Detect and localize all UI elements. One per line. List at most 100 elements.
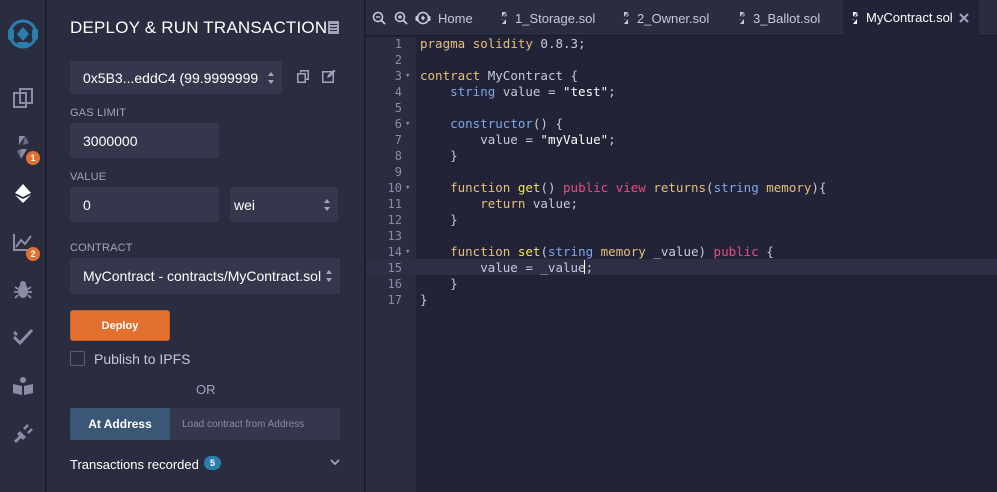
code-token: return xyxy=(480,196,526,211)
select-arrows-icon xyxy=(268,71,275,84)
book-icon[interactable] xyxy=(0,368,46,404)
code-line[interactable]: } xyxy=(420,148,458,164)
code-token: solidity xyxy=(472,36,533,51)
code-line[interactable]: pragma solidity 0.8.3; xyxy=(420,36,586,52)
code-line[interactable]: } xyxy=(420,276,458,292)
icon-rail: 1 2 xyxy=(0,0,46,492)
publish-ipfs-checkbox[interactable] xyxy=(70,351,85,366)
at-address-button[interactable]: At Address xyxy=(70,408,170,440)
code-token: "myValue" xyxy=(540,132,609,147)
account-select[interactable]: 0x5B3...eddC4 (99.9999999 xyxy=(70,61,282,94)
tab-mycontract-label: MyContract.sol xyxy=(866,10,953,25)
value-label: VALUE xyxy=(70,171,107,183)
tab-storage-label: 1_Storage.sol xyxy=(515,10,596,26)
line-number: 9 xyxy=(394,165,402,179)
solidity-file-icon xyxy=(852,11,858,24)
code-token: memory xyxy=(600,244,646,259)
bug-icon[interactable] xyxy=(0,272,46,308)
tab-ballot[interactable]: 3_Ballot.sol xyxy=(738,0,820,36)
line-number: 2 xyxy=(394,53,402,67)
solidity-file-icon xyxy=(623,12,629,24)
fold-chevron-icon[interactable]: ▾ xyxy=(405,68,413,84)
zoom-in-icon[interactable] xyxy=(394,11,408,25)
code-token: string xyxy=(713,180,759,195)
code-line[interactable]: } xyxy=(420,292,428,308)
line-number: 13 xyxy=(387,229,402,243)
contract-label: CONTRACT xyxy=(70,242,133,254)
line-number: 14 xyxy=(387,245,402,259)
line-number: 11 xyxy=(387,197,402,211)
plug-icon[interactable] xyxy=(0,416,46,452)
code-token: pragma xyxy=(420,36,466,51)
transactions-recorded-label[interactable]: Transactions recorded xyxy=(70,457,199,472)
code-token: constructor xyxy=(450,116,533,131)
contract-value: MyContract - contracts/MyContract.sol xyxy=(83,268,322,284)
code-line[interactable]: constructor() { xyxy=(420,116,563,132)
unit-value: wei xyxy=(234,196,256,213)
line-number: 10 xyxy=(387,181,402,195)
code-token: "test" xyxy=(563,84,609,99)
contract-select[interactable]: MyContract - contracts/MyContract.sol xyxy=(70,258,340,294)
gas-limit-input[interactable]: 3000000 xyxy=(70,123,219,158)
line-number: 4 xyxy=(394,85,402,99)
deploy-run-panel: DEPLOY & RUN TRANSACTIONS 0x5B3...eddC4 … xyxy=(47,0,365,492)
address-input[interactable]: Load contract from Address xyxy=(170,408,340,440)
close-icon[interactable] xyxy=(958,12,970,24)
select-arrows-icon xyxy=(324,198,331,211)
fold-chevron-icon[interactable]: ▾ xyxy=(405,180,413,196)
chevron-down-icon[interactable] xyxy=(330,458,340,466)
code-line[interactable]: string value = "test"; xyxy=(420,84,616,100)
documentation-icon[interactable] xyxy=(328,21,339,34)
compiler-badge: 1 xyxy=(26,151,40,165)
line-number: 15 xyxy=(387,261,402,275)
check-icon[interactable] xyxy=(0,319,46,355)
tab-home-label: Home xyxy=(438,10,473,26)
tab-home[interactable]: Home xyxy=(415,0,473,36)
remix-home-icon xyxy=(415,11,431,25)
fold-chevron-icon[interactable]: ▾ xyxy=(405,244,413,260)
unit-select[interactable]: wei xyxy=(230,187,338,222)
line-number: 5 xyxy=(394,101,402,115)
code-line[interactable]: function get() public view returns(strin… xyxy=(420,180,826,196)
code-token: function xyxy=(450,180,511,195)
code-editor[interactable]: 1 2 3 4 5 6 7 8 9 10 11 12 13 14 15 16 1… xyxy=(366,36,997,492)
edit-icon[interactable] xyxy=(322,69,336,83)
code-token: get xyxy=(517,180,541,195)
code-line[interactable]: return value; xyxy=(420,196,578,212)
ethereum-icon[interactable] xyxy=(0,175,46,211)
panel-title: DEPLOY & RUN TRANSACTIONS xyxy=(70,18,339,37)
text-cursor xyxy=(584,260,585,274)
line-number: 7 xyxy=(394,133,402,147)
code-line[interactable]: } xyxy=(420,212,458,228)
code-line[interactable]: value = "myValue"; xyxy=(420,132,615,148)
solidity-file-icon xyxy=(739,12,745,24)
tab-owner[interactable]: 2_Owner.sol xyxy=(622,0,709,36)
code-token: memory xyxy=(766,180,812,195)
code-token: contract xyxy=(420,68,481,83)
code-token: set xyxy=(517,244,541,259)
zoom-out-icon[interactable] xyxy=(372,11,386,25)
gas-limit-label: GAS LIMIT xyxy=(70,107,127,119)
select-arrows-icon xyxy=(326,270,333,282)
solidity-file-icon xyxy=(501,12,507,24)
remix-ide: 1 2 DEPLOY & RUN TRANSACTIONS 0x5B3...ed… xyxy=(0,0,997,492)
code-token: view xyxy=(615,180,646,195)
value-input[interactable]: 0 xyxy=(70,187,219,222)
remix-logo-icon[interactable] xyxy=(0,14,46,54)
code-line[interactable]: contract MyContract { xyxy=(420,68,578,84)
line-number: 12 xyxy=(387,213,402,227)
code-token: public xyxy=(713,244,759,259)
code-line[interactable]: function set(string memory _value) publi… xyxy=(420,244,774,260)
publish-ipfs-label: Publish to IPFS xyxy=(94,351,191,367)
copy-icon[interactable] xyxy=(297,70,309,83)
files-icon[interactable] xyxy=(0,80,46,116)
tab-ballot-label: 3_Ballot.sol xyxy=(753,10,821,26)
tab-storage[interactable]: 1_Storage.sol xyxy=(500,0,595,36)
editor-tabs: Home 1_Storage.sol 2_Owner.sol 3_Ballot.… xyxy=(366,0,997,36)
line-number: 3 xyxy=(394,69,402,83)
fold-chevron-icon[interactable]: ▾ xyxy=(405,116,413,132)
line-number: 16 xyxy=(387,277,402,291)
tab-owner-label: 2_Owner.sol xyxy=(637,10,710,26)
code-line[interactable]: value = _value; xyxy=(420,260,593,276)
deploy-button[interactable]: Deploy xyxy=(70,310,170,341)
